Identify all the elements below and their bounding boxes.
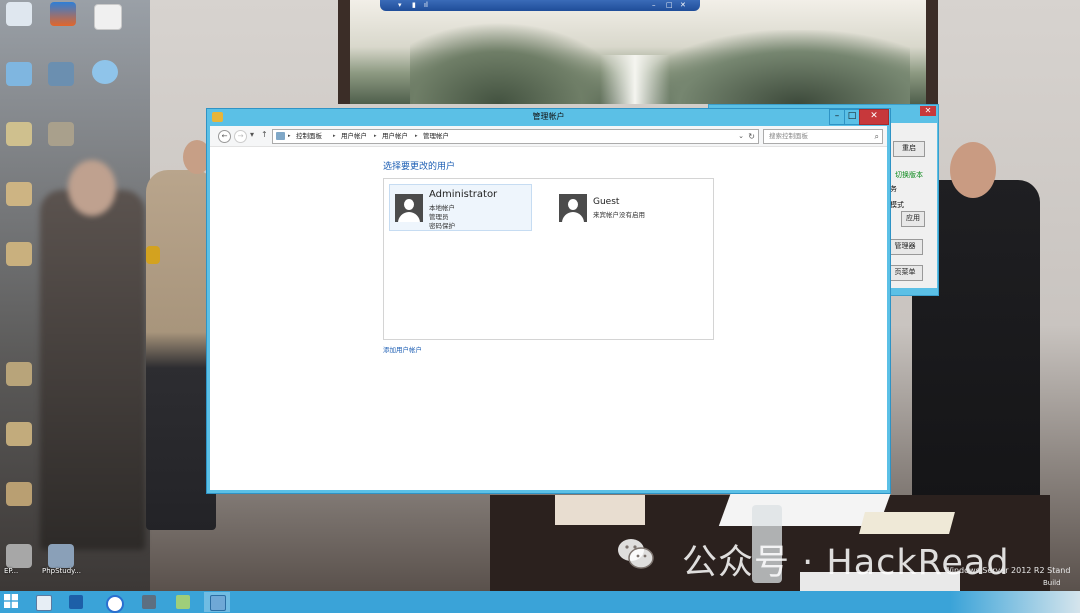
pin-icon[interactable]: ▾	[398, 0, 402, 11]
service-label: 务	[890, 185, 897, 193]
minimize-button[interactable]: –	[829, 109, 845, 125]
wechat-logo-icon	[618, 539, 654, 569]
taskbar-notepad[interactable]	[170, 592, 196, 612]
control-panel-icon	[210, 595, 226, 611]
search-box[interactable]: 搜索控制面板 ⌕	[763, 129, 883, 144]
folder-icon[interactable]	[6, 422, 32, 446]
refresh-icon[interactable]: ↻	[748, 130, 755, 143]
control-panel-icon	[276, 132, 285, 140]
apply-button[interactable]: 应用	[901, 211, 925, 227]
os-build-text: Build	[1043, 579, 1061, 587]
desktop-icon-label: PhpStudy...	[42, 567, 81, 575]
folder-icon[interactable]	[6, 362, 32, 386]
remote-desktop-bar[interactable]: ▾ ▮ ıl – □ ✕	[380, 0, 700, 11]
chevron-down-icon[interactable]: ⌄	[738, 130, 744, 143]
user-list: Administrator 本地帐户 管理员 密码保护 Guest 来宾帐户没有…	[383, 178, 714, 340]
user-detail: 来宾帐户没有启用	[593, 211, 645, 219]
powershell-icon	[69, 595, 83, 609]
wallpaper-person-head	[950, 142, 996, 198]
user-card-administrator[interactable]: Administrator 本地帐户 管理员 密码保护	[389, 184, 532, 231]
restore-session-icon[interactable]: □	[666, 0, 673, 11]
chevron-right-icon: ▸	[288, 133, 291, 139]
minimize-session-icon[interactable]: –	[652, 0, 656, 11]
system-tray[interactable]	[950, 591, 1080, 613]
back-button[interactable]: ←	[218, 130, 231, 143]
painting-mountain	[630, 30, 910, 104]
breadcrumb-user-accounts[interactable]: 用户帐户	[341, 130, 367, 143]
breadcrumb-control-panel[interactable]: 控制面板	[296, 130, 322, 143]
close-session-icon[interactable]: ✕	[680, 0, 686, 11]
taskbar-sogou[interactable]	[100, 592, 126, 613]
phpstudy-icon[interactable]	[48, 544, 74, 568]
close-button[interactable]: ✕	[859, 109, 889, 125]
user-avatar-icon	[559, 194, 587, 222]
up-button[interactable]: ↑	[261, 129, 268, 141]
user-card-guest[interactable]: Guest 来宾帐户没有启用	[554, 185, 694, 230]
add-user-account-link[interactable]: 添加用户帐户	[383, 344, 422, 354]
chevron-right-icon: ▸	[415, 133, 418, 139]
wallpaper-painting	[350, 0, 926, 104]
taskbar-control-panel[interactable]	[204, 592, 230, 612]
manager-button[interactable]: 管理器	[887, 239, 923, 255]
desktop-shortcut-icon[interactable]	[92, 60, 118, 84]
windows-logo-icon[interactable]	[4, 594, 18, 608]
wallpaper-person-head	[68, 160, 116, 216]
chevron-right-icon: ▸	[374, 133, 377, 139]
signal-bars-icon: ıl	[424, 1, 428, 9]
breadcrumb-manage-accounts[interactable]: 管理帐户	[423, 130, 449, 143]
wallpaper-paper	[859, 512, 955, 534]
recent-locations-dropdown[interactable]: ▾	[250, 129, 254, 141]
user-name: Administrator	[429, 189, 498, 200]
painting-mountain	[410, 22, 630, 104]
user-name: Guest	[593, 197, 620, 207]
folder-icon[interactable]	[6, 242, 32, 266]
maximize-button[interactable]: □	[844, 109, 860, 125]
taskbar-app[interactable]	[136, 592, 162, 612]
connection-signal-icon: ▮	[412, 1, 416, 9]
close-icon[interactable]: ✕	[920, 106, 936, 116]
forward-button[interactable]: →	[234, 130, 247, 143]
os-version-text: Windows Server 2012 R2 Stand	[944, 566, 1071, 575]
chevron-right-icon: ▸	[333, 133, 336, 139]
title-bar[interactable]: 管理帐户 – □ ✕	[207, 109, 890, 125]
folder-icon[interactable]	[6, 482, 32, 506]
application-icon	[142, 595, 156, 609]
search-placeholder[interactable]: 搜索控制面板	[769, 130, 808, 143]
watermark-text: 公众号 · HackRead	[682, 543, 1010, 583]
navigation-bar: ← → ▾ ↑ ▸ 控制面板 ▸ 用户帐户 ▸ 用户帐户 ▸ 管理帐户 ⌄ ↻ …	[210, 126, 887, 147]
page-title: 选择要更改的用户	[383, 162, 456, 172]
recycle-bin-icon[interactable]	[6, 2, 32, 26]
window-title: 管理帐户	[532, 112, 565, 121]
desktop-shortcut-icon[interactable]	[48, 62, 74, 86]
breadcrumb-user-accounts-sub[interactable]: 用户帐户	[382, 130, 408, 143]
taskbar-server-manager[interactable]	[30, 592, 56, 612]
desktop-shortcut-icon[interactable]	[146, 246, 160, 264]
folder-icon[interactable]	[48, 122, 74, 146]
menu-button[interactable]: 页菜单	[887, 265, 923, 281]
restart-button[interactable]: 重启	[893, 141, 925, 157]
desktop-shortcut-icon[interactable]	[6, 62, 32, 86]
wallpaper-box	[555, 495, 645, 525]
desktop-shortcut-icon[interactable]	[6, 544, 32, 568]
sogou-icon	[106, 595, 124, 613]
window-content: ← → ▾ ↑ ▸ 控制面板 ▸ 用户帐户 ▸ 用户帐户 ▸ 管理帐户 ⌄ ↻ …	[210, 126, 887, 490]
wallpaper-person	[40, 190, 145, 550]
server-manager-icon	[36, 595, 52, 611]
switch-version-label: 切换版本	[895, 171, 923, 179]
user-detail: 密码保护	[429, 222, 455, 230]
folder-icon[interactable]	[6, 122, 32, 146]
user-avatar-icon	[395, 194, 423, 222]
painting-waterfall	[600, 55, 670, 104]
search-icon[interactable]: ⌕	[875, 131, 879, 142]
taskbar-powershell[interactable]	[63, 592, 89, 612]
desktop-icon-label: EP...	[4, 567, 19, 575]
folder-icon[interactable]	[6, 182, 32, 206]
manage-accounts-window[interactable]: 管理帐户 – □ ✕ ← → ▾ ↑ ▸ 控制面板 ▸ 用户帐户 ▸ 用户帐户 …	[206, 108, 891, 494]
mode-label: 模式	[890, 201, 904, 209]
address-bar[interactable]: ▸ 控制面板 ▸ 用户帐户 ▸ 用户帐户 ▸ 管理帐户 ⌄ ↻	[272, 129, 759, 144]
toolbox-icon[interactable]	[50, 2, 76, 26]
notepad-icon	[176, 595, 190, 609]
taskbar	[0, 591, 1080, 613]
help-document-icon[interactable]	[94, 4, 122, 30]
